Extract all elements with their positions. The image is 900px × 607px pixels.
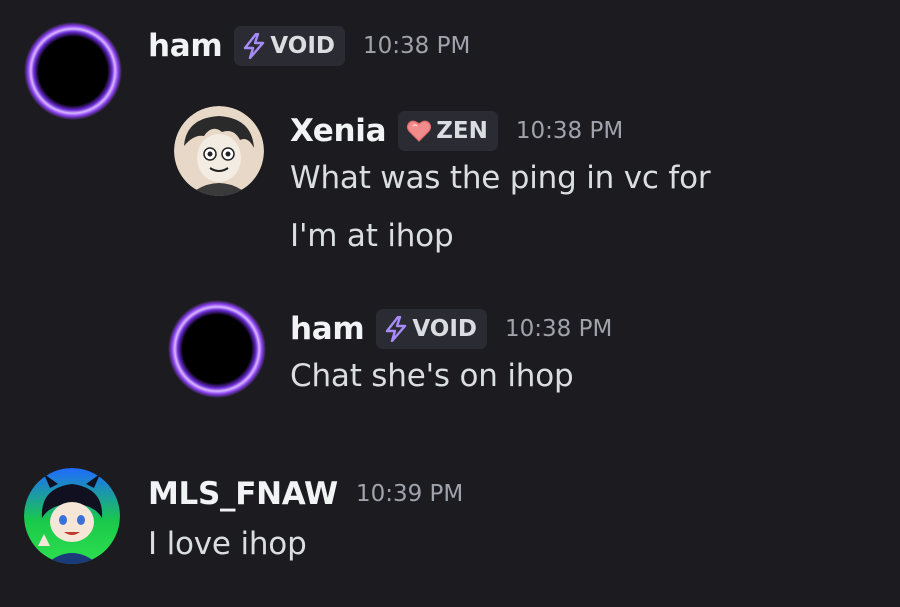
- server-tag-label: ZEN: [436, 118, 488, 144]
- avatar[interactable]: [174, 106, 264, 196]
- timestamp: 10:38 PM: [515, 118, 624, 144]
- avatar[interactable]: [24, 468, 120, 564]
- username[interactable]: ham: [148, 28, 223, 64]
- timestamp: 10:38 PM: [363, 33, 471, 59]
- server-tag-label: VOID: [270, 33, 335, 59]
- server-tag[interactable]: ZEN: [398, 111, 498, 151]
- timestamp: 10:38 PM: [505, 316, 613, 342]
- message-text: I'm at ihop: [290, 218, 454, 254]
- avatar[interactable]: [168, 300, 266, 398]
- lightning-icon: [242, 33, 266, 59]
- username[interactable]: MLS_FNAW: [148, 476, 338, 512]
- message-text: Chat she's on ihop: [290, 358, 574, 394]
- server-tag[interactable]: VOID: [234, 26, 345, 66]
- message-text: What was the ping in vc for: [290, 160, 711, 196]
- username[interactable]: ham: [290, 311, 365, 347]
- lightning-icon: [384, 316, 408, 342]
- server-tag[interactable]: VOID: [376, 309, 487, 349]
- chat-message-list: ham VOID 10:38 PM Xenia ZEN 10:38 PM Wha…: [0, 0, 900, 607]
- timestamp: 10:39 PM: [355, 481, 464, 507]
- username[interactable]: Xenia: [290, 113, 387, 149]
- heart-icon: [406, 119, 432, 143]
- server-tag-label: VOID: [412, 316, 477, 342]
- avatar[interactable]: [24, 22, 122, 120]
- message-text: I love ihop: [148, 526, 307, 562]
